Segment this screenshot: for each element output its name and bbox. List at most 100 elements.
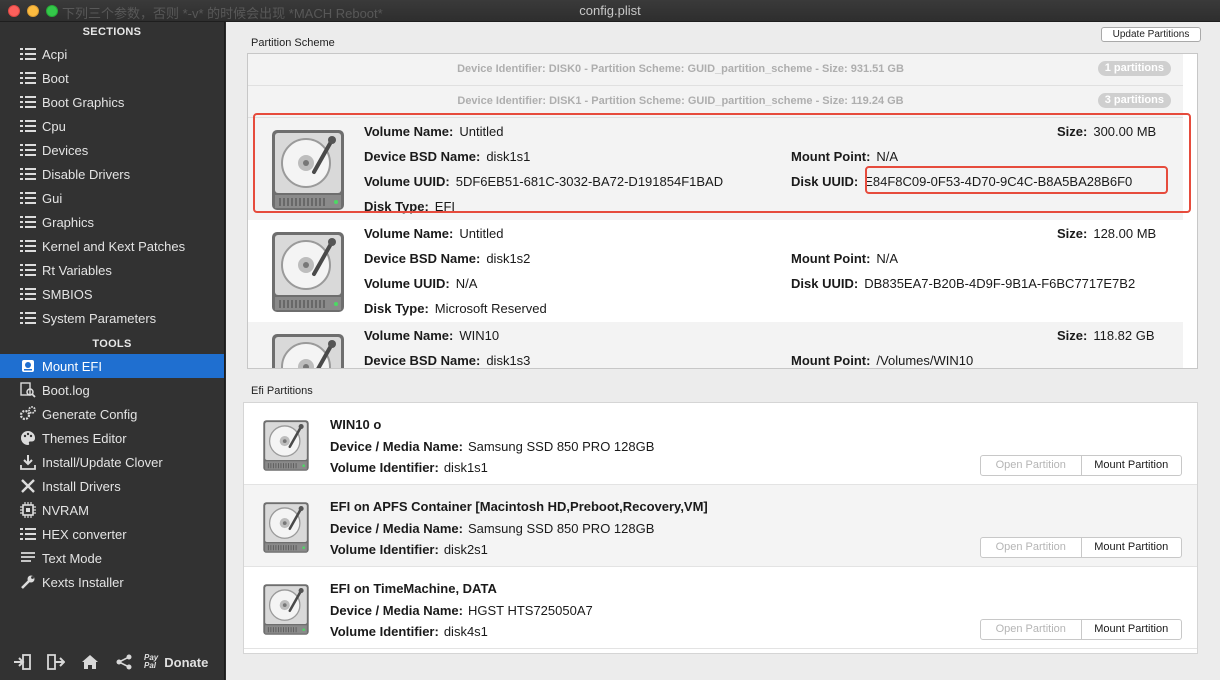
sidebar: SECTIONS Acpi Boot Boot Graphics Cpu Devices… xyxy=(0,22,225,680)
device-media-label: Device / Media Name: xyxy=(330,603,463,618)
bsd-name-value: disk1s1 xyxy=(486,149,531,164)
sidebar-item-install-update-clover[interactable]: Install/Update Clover xyxy=(0,450,224,474)
volume-row[interactable]: Volume Name: Untitled Device BSD Name: dis… xyxy=(248,220,1183,322)
list-icon xyxy=(18,238,38,254)
efi-partition-title: EFI on APFS Container [Macintosh HD,Preb… xyxy=(330,499,708,514)
sidebar-item-hex-converter[interactable]: HEX converter xyxy=(0,522,224,546)
palette-icon xyxy=(18,430,38,446)
sidebar-item-label: Devices xyxy=(42,142,89,158)
sidebar-item-system-parameters[interactable]: System Parameters xyxy=(0,306,224,330)
volume-name-value: Untitled xyxy=(459,124,504,139)
home-icon[interactable] xyxy=(76,651,104,673)
sidebar-item-boot[interactable]: Boot xyxy=(0,66,224,90)
disk-type-label: Disk Type: xyxy=(364,199,429,214)
sidebar-item-kexts-installer[interactable]: Kexts Installer xyxy=(0,570,224,594)
device-media-value: Samsung SSD 850 PRO 128GB xyxy=(467,521,655,536)
volume-row[interactable]: Volume Name: Untitled Device BSD Name: dis… xyxy=(248,118,1183,220)
sidebar-item-label: Graphics xyxy=(42,214,95,230)
device-media-label: Device / Media Name: xyxy=(330,521,463,536)
sidebar-item-disable-drivers[interactable]: Disable Drivers xyxy=(0,162,224,186)
sidebar-item-label: Install Drivers xyxy=(42,478,121,494)
disk-uuid-value: DB835EA7-B20B-4D9F-9B1A-F6BC7717E7B2 xyxy=(864,276,1136,291)
export-icon[interactable] xyxy=(42,651,70,673)
disk-type-value: Microsoft Reserved xyxy=(434,301,547,316)
disk-row[interactable]: Device Identifier: DISK1 - Partition Sch… xyxy=(248,86,1183,118)
mount-point-value: N/A xyxy=(876,149,899,164)
disk-uuid-label: Disk UUID: xyxy=(791,276,859,291)
list-icon xyxy=(18,262,38,278)
sidebar-item-cpu[interactable]: Cpu xyxy=(0,114,224,138)
volume-name-value: WIN10 xyxy=(459,328,500,343)
efi-partition-row[interactable]: WIN10 o Device / Media Name: Samsung SSD … xyxy=(244,403,1197,485)
open-partition-button[interactable]: Open Partition xyxy=(981,456,1082,475)
import-icon[interactable] xyxy=(8,651,36,673)
open-partition-button[interactable]: Open Partition xyxy=(981,620,1082,639)
volume-name-label: Volume Name: xyxy=(364,124,454,139)
sidebar-item-graphics[interactable]: Graphics xyxy=(0,210,224,234)
size-label: Size: xyxy=(1057,328,1088,343)
mount-point-value: N/A xyxy=(876,251,899,266)
efi-partition-row[interactable]: EFI on APFS Container [Macintosh HD,Preb… xyxy=(244,485,1197,567)
tools-icon xyxy=(18,478,38,494)
share-icon[interactable] xyxy=(110,651,138,673)
sidebar-item-boot-graphics[interactable]: Boot Graphics xyxy=(0,90,224,114)
sidebar-item-smbios[interactable]: SMBIOS xyxy=(0,282,224,306)
sections-list: Acpi Boot Boot Graphics Cpu Devices Disable D… xyxy=(0,42,224,330)
hard-drive-icon xyxy=(270,332,346,368)
list-icon xyxy=(18,94,38,110)
sidebar-item-devices[interactable]: Devices xyxy=(0,138,224,162)
sidebar-item-boot-log[interactable]: Boot.log xyxy=(0,378,224,402)
size-value: 128.00 MB xyxy=(1093,226,1157,241)
sidebar-item-generate-config[interactable]: Generate Config xyxy=(0,402,224,426)
volume-identifier-value: disk1s1 xyxy=(443,460,488,475)
bsd-name-value: disk1s2 xyxy=(486,251,531,266)
volume-row[interactable]: Volume Name: WIN10 Device BSD Name: disk1s… xyxy=(248,322,1183,368)
mount-partition-button[interactable]: Mount Partition xyxy=(1082,538,1182,557)
sidebar-item-label: HEX converter xyxy=(42,526,127,542)
hard-drive-icon xyxy=(262,583,310,641)
list-icon xyxy=(18,190,38,206)
gears-icon xyxy=(18,406,38,422)
sidebar-item-rt-variables[interactable]: Rt Variables xyxy=(0,258,224,282)
tools-list: Mount EFI Boot.log Generate Config Themes E… xyxy=(0,354,224,594)
sidebar-item-label: Kexts Installer xyxy=(42,574,124,590)
volume-identifier-label: Volume Identifier: xyxy=(330,460,439,475)
sidebar-item-label: Kernel and Kext Patches xyxy=(42,238,186,254)
partitions-count-badge: 1 partitions xyxy=(1097,61,1171,76)
sidebar-item-acpi[interactable]: Acpi xyxy=(0,42,224,66)
donate-button[interactable]: Pay Pal Donate xyxy=(144,654,208,670)
efi-partition-row[interactable]: EFI on TimeMachine, DATA Device / Media … xyxy=(244,567,1197,649)
sidebar-item-label: Boot Graphics xyxy=(42,94,125,110)
tools-heading: TOOLS xyxy=(92,338,132,350)
sidebar-item-gui[interactable]: Gui xyxy=(0,186,224,210)
main-content: Partition Scheme Update Partitions Devic… xyxy=(226,22,1220,680)
log-search-icon xyxy=(18,382,38,398)
disk-uuid-label: Disk UUID: xyxy=(791,174,859,189)
volume-identifier-label: Volume Identifier: xyxy=(330,624,439,639)
download-icon xyxy=(18,454,38,470)
sidebar-item-install-drivers[interactable]: Install Drivers xyxy=(0,474,224,498)
mount-partition-button[interactable]: Mount Partition xyxy=(1082,620,1182,639)
mount-partition-button[interactable]: Mount Partition xyxy=(1082,456,1182,475)
disk-row[interactable]: Device Identifier: DISK0 - Partition Sch… xyxy=(248,54,1183,86)
sidebar-item-kernel-and-kext-patches[interactable]: Kernel and Kext Patches xyxy=(0,234,224,258)
update-partitions-button[interactable]: Update Partitions xyxy=(1101,27,1201,42)
sidebar-item-text-mode[interactable]: Text Mode xyxy=(0,546,224,570)
partition-actions: Open Partition Mount Partition xyxy=(980,537,1182,558)
sidebar-item-label: NVRAM xyxy=(42,502,89,518)
window-titlebar: 下列三个参数，否则 *-v* 的时候会出现 *MACH Reboot* conf… xyxy=(0,0,1220,22)
sidebar-item-nvram[interactable]: NVRAM xyxy=(0,498,224,522)
volume-name-label: Volume Name: xyxy=(364,328,454,343)
list-icon xyxy=(18,46,38,62)
open-partition-button[interactable]: Open Partition xyxy=(981,538,1082,557)
sidebar-item-label: Disable Drivers xyxy=(42,166,131,182)
sidebar-item-themes-editor[interactable]: Themes Editor xyxy=(0,426,224,450)
device-media-value: Samsung SSD 850 PRO 128GB xyxy=(467,439,655,454)
sidebar-item-label: Text Mode xyxy=(42,550,102,566)
wrench-icon xyxy=(18,574,38,590)
sidebar-item-label: Acpi xyxy=(42,46,68,62)
volume-identifier-value: disk2s1 xyxy=(443,542,488,557)
sidebar-item-mount-efi[interactable]: Mount EFI xyxy=(0,354,224,378)
bsd-name-label: Device BSD Name: xyxy=(364,353,481,368)
list-icon xyxy=(18,310,38,326)
